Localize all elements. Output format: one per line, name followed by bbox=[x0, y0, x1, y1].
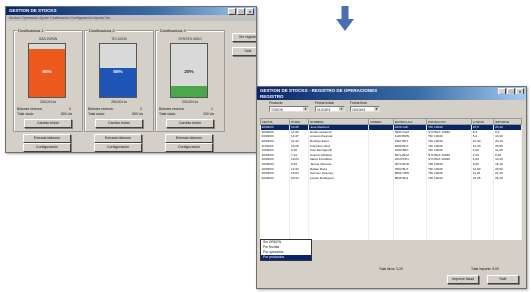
tank-liters: 200,00 Lts bbox=[182, 100, 198, 104]
stock-window-titlebar[interactable]: GESTION DE STOCKS _ □ × bbox=[6, 7, 256, 15]
end-date-field[interactable]: 15/10/03 ▼ bbox=[350, 106, 380, 112]
stock-window-menubar[interactable]: Modulo Operacion Ajuste Dosificacion Con… bbox=[6, 15, 256, 21]
drum-entry-button[interactable]: Entrada bidones bbox=[165, 134, 213, 143]
operations-table: FECHA HORA NOMBRE ORDEN MATRICULA PRODUCTO LIT… bbox=[260, 118, 522, 240]
total-amount-label: Total importe: bbox=[471, 267, 492, 271]
dispenser-group-1: Dosificadora 1 SAS 20/SIN 90% 200,00 Lts… bbox=[13, 28, 83, 132]
dispenser-product-name: TDI 10040 bbox=[111, 37, 127, 41]
exit-log-button[interactable]: Salir bbox=[487, 275, 519, 284]
product-filter-label: Producto bbox=[269, 101, 283, 105]
chevron-down-icon[interactable]: ▼ bbox=[339, 107, 344, 111]
reserve-drums-label: Bidones reserva: bbox=[17, 107, 43, 111]
total-liters: Total litros: 3,20 bbox=[379, 267, 403, 271]
dispenser-tank: 20% bbox=[170, 43, 208, 98]
total-liters-value: 3,20 bbox=[396, 267, 403, 271]
maximize-icon[interactable]: □ bbox=[237, 8, 245, 15]
dispenser-product-name: SYNTEX 40KG bbox=[178, 37, 202, 41]
dispenser-tank: 55% bbox=[99, 43, 137, 98]
stock-window-title: GESTION DE STOCKS bbox=[9, 8, 57, 13]
total-liters-label: Total litros: bbox=[379, 267, 396, 271]
close-icon[interactable]: × bbox=[246, 8, 254, 15]
dispenser-group-2: Dosificadora 2 TDI 10040 55% 200,00 Lts … bbox=[84, 28, 154, 132]
log-window: GESTION DE STOCKS - REGISTRO DE OPERACIO… bbox=[256, 86, 527, 289]
configuration-button[interactable]: Configuración bbox=[94, 143, 142, 152]
log-window-titlebar[interactable]: GESTION DE STOCKS - REGISTRO DE OPERACIO… bbox=[257, 87, 526, 95]
drum-entry-button[interactable]: Entrada bidones bbox=[94, 134, 142, 143]
total-stock-label: Total stock: bbox=[88, 112, 105, 116]
dispenser-product-name: SAS 20/SIN bbox=[38, 37, 58, 41]
dispenser-title: Dosificadora 3 bbox=[159, 28, 187, 33]
start-date-field[interactable]: 01/10/03 ▼ bbox=[315, 106, 345, 112]
view-register-button[interactable]: Ver registro bbox=[232, 33, 256, 42]
exit-button[interactable]: Salir bbox=[232, 47, 256, 56]
dispenser-title: Dosificadora 1 bbox=[17, 28, 45, 33]
end-date-value: 15/10/03 bbox=[352, 108, 366, 112]
start-date-value: 01/10/03 bbox=[317, 108, 331, 112]
reserve-drums-label: Bidones reserva: bbox=[88, 107, 114, 111]
reserve-drums-label: Bidones reserva: bbox=[159, 107, 185, 111]
total-stock-label: Total stock: bbox=[17, 112, 34, 116]
product-filter-select[interactable]: TODOS ▼ bbox=[269, 106, 309, 112]
dispenser-title: Dosificadora 2 bbox=[88, 28, 116, 33]
dispenser-tank: 90% bbox=[28, 43, 66, 98]
total-stock-value: 500 Lts bbox=[132, 112, 144, 116]
total-stock-value: 200 Lts bbox=[203, 112, 215, 116]
drum-entry-button[interactable]: Entrada bidones bbox=[23, 134, 71, 143]
tank-level-percent: 90% bbox=[42, 69, 52, 75]
change-drum-button[interactable]: Cambio bidón bbox=[95, 119, 143, 128]
change-drum-button[interactable]: Cambio bidón bbox=[166, 119, 214, 128]
log-window-subtitle-bar: REGISTRO bbox=[257, 94, 526, 100]
tank-level-fill bbox=[171, 86, 207, 97]
configuration-button[interactable]: Configuración bbox=[165, 143, 213, 152]
sort-dropdown-list[interactable]: Sin ORDEN Por fechas Por operarios Por prod… bbox=[260, 239, 312, 261]
tank-liters: 200,00 Lts bbox=[111, 100, 127, 104]
total-stock-label: Total stock: bbox=[159, 112, 176, 116]
product-filter-value: TODOS bbox=[271, 108, 283, 112]
print-list-button[interactable]: Imprimir listad bbox=[447, 275, 479, 284]
stock-window: GESTION DE STOCKS _ □ × Modulo Operacion… bbox=[5, 6, 257, 153]
log-window-title: GESTION DE STOCKS - REGISTRO DE OPERACIO… bbox=[260, 88, 378, 93]
tank-level-percent: 55% bbox=[113, 69, 123, 75]
total-amount-value: 8,00 bbox=[492, 267, 499, 271]
end-date-label: Fecha final bbox=[350, 101, 367, 105]
reserve-drums-value: 2 bbox=[140, 107, 142, 111]
tank-level-percent: 20% bbox=[184, 69, 194, 75]
arrow-down-icon bbox=[336, 6, 354, 31]
chevron-down-icon[interactable]: ▼ bbox=[303, 107, 308, 111]
reserve-drums-value: 0 bbox=[69, 107, 71, 111]
reserve-drums-value: 1 bbox=[211, 107, 213, 111]
change-drum-button[interactable]: Cambio bidón bbox=[24, 119, 72, 128]
minimize-icon[interactable]: _ bbox=[228, 8, 236, 15]
chevron-down-icon[interactable]: ▼ bbox=[374, 107, 379, 111]
total-amount: Total importe: 8,00 bbox=[471, 267, 499, 271]
start-date-label: Fecha inicial bbox=[315, 101, 334, 105]
dropdown-option[interactable]: Por productos bbox=[261, 255, 311, 260]
total-stock-value: 800 Lts bbox=[61, 112, 73, 116]
log-window-subtitle: REGISTRO bbox=[260, 94, 284, 99]
dispenser-group-3: Dosificadora 3 SYNTEX 40KG 20% 200,00 Lt… bbox=[155, 28, 225, 132]
configuration-button[interactable]: Configuración bbox=[23, 143, 71, 152]
tank-liters: 200,00 Lts bbox=[40, 100, 56, 104]
